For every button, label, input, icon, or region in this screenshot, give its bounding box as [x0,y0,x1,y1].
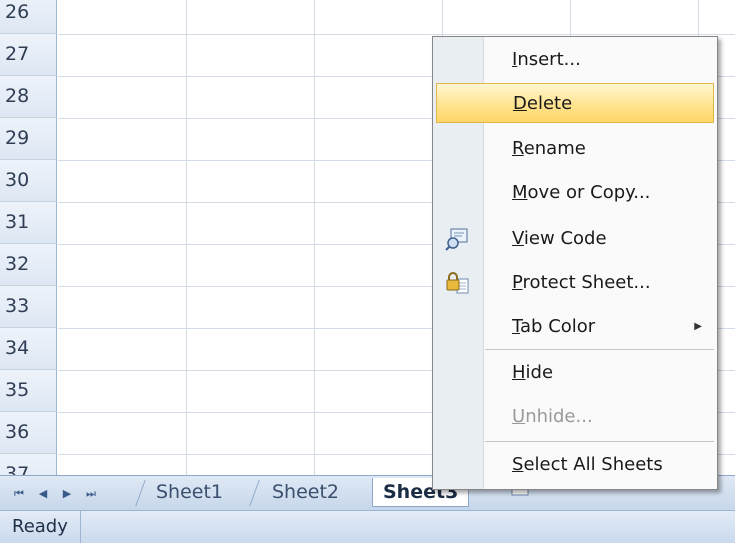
gridline [314,0,315,475]
menu-item-delete[interactable]: Delete [436,83,714,123]
menu-separator [485,349,714,350]
row-header[interactable]: 27 [0,34,57,76]
status-bar: Ready [0,510,735,543]
menu-item-label: Rename [512,138,586,159]
next-sheet-button[interactable]: ▶ [56,484,78,504]
tab-separator [135,480,146,506]
menu-item-label: Tab Color [512,316,596,337]
menu-item-label: Unhide... [512,406,593,427]
menu-item-label: View Code [512,228,607,249]
menu-item-tab-color[interactable]: Tab Color ▶ [436,307,714,347]
last-sheet-button[interactable]: ⏭ [80,484,102,504]
row-header[interactable]: 36 [0,412,57,454]
row-header[interactable]: 33 [0,286,57,328]
gridline [58,34,735,35]
menu-item-label: Select All Sheets [512,454,663,475]
menu-item-select-all-sheets[interactable]: Select All Sheets [436,445,714,485]
prev-sheet-button[interactable]: ◀ [32,484,54,504]
menu-item-move-or-copy[interactable]: Move or Copy... [436,173,714,213]
row-header[interactable]: 37 [0,454,57,475]
gridline [186,0,187,475]
tab-sheet2[interactable]: Sheet2 [262,478,349,506]
row-header[interactable]: 30 [0,160,57,202]
view-code-icon [445,228,468,251]
menu-item-label: Delete [513,93,573,114]
menu-item-label: Hide [512,362,554,383]
menu-item-unhide: Unhide... [436,397,714,437]
menu-item-view-code[interactable]: View Code [436,219,714,259]
sheet-tab-context-menu: Insert... Delete Rename Move or Copy... … [432,36,718,490]
menu-item-label: Insert... [512,49,581,70]
menu-item-insert[interactable]: Insert... [436,40,714,80]
row-header[interactable]: 29 [0,118,57,160]
row-header[interactable]: 28 [0,76,57,118]
row-header[interactable]: 31 [0,202,57,244]
tab-separator [249,480,260,506]
menu-item-label: Protect Sheet... [512,272,651,293]
row-header[interactable]: 26 [0,0,57,34]
menu-item-label: Move or Copy... [512,182,651,203]
submenu-arrow-icon: ▶ [694,321,702,332]
menu-item-protect-sheet[interactable]: Protect Sheet... [436,263,714,303]
first-sheet-button[interactable]: ⏮ [8,484,30,504]
menu-item-hide[interactable]: Hide [436,353,714,393]
tab-sheet1[interactable]: Sheet1 [146,478,233,506]
menu-separator [485,441,714,442]
protect-sheet-icon [446,272,469,294]
row-header[interactable]: 34 [0,328,57,370]
menu-item-rename[interactable]: Rename [436,129,714,169]
row-header[interactable]: 32 [0,244,57,286]
row-header[interactable]: 35 [0,370,57,412]
status-text: Ready [0,511,81,543]
